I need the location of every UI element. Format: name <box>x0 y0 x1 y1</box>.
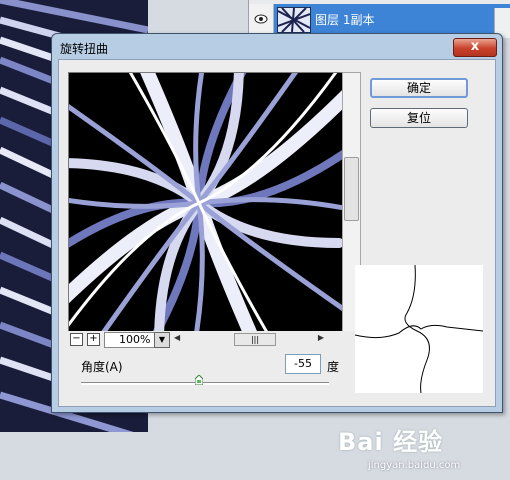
close-button[interactable]: x <box>453 38 497 57</box>
visibility-toggle[interactable] <box>249 4 274 34</box>
angle-label: 角度(A) <box>81 360 123 374</box>
angle-slider-track[interactable] <box>81 382 329 385</box>
twirl-dialog: 旋转扭曲 x − + 100% ▼ ◀ ||| ▶ 角度(A) -55 度 确定… <box>51 33 503 413</box>
ok-button[interactable]: 确定 <box>370 78 468 98</box>
dialog-title: 旋转扭曲 <box>60 42 109 56</box>
close-icon: x <box>470 39 480 54</box>
baidu-jingyan-watermark: Bai 经验 jingyan.baidu.com <box>338 422 508 478</box>
angle-unit: 度 <box>327 360 340 374</box>
angle-field[interactable] <box>285 354 321 374</box>
watermark-logo: Bai 经验 <box>338 428 444 456</box>
preview-zoom-bar: − + 100% ▼ ◀ ||| ▶ <box>68 331 360 349</box>
eye-icon <box>254 14 268 24</box>
zoom-level-value: 100% <box>119 333 151 346</box>
distortion-grid-preview <box>355 265 483 393</box>
reset-button[interactable]: 复位 <box>370 108 468 128</box>
dialog-body: − + 100% ▼ ◀ ||| ▶ 角度(A) 度 确定 复位 <box>58 59 496 407</box>
zoom-out-button[interactable]: − <box>70 333 83 346</box>
preview-canvas[interactable] <box>68 72 343 332</box>
watermark-url: jingyan.baidu.com <box>368 460 461 471</box>
slider-thumb-icon[interactable] <box>195 375 203 385</box>
zoom-in-button[interactable]: + <box>87 333 100 346</box>
preview-horizontal-scrollbar[interactable]: ◀ ||| ▶ <box>174 333 324 346</box>
title-bar[interactable]: 旋转扭曲 x <box>52 34 502 58</box>
zoom-in-icon: + <box>89 333 98 344</box>
layer-row[interactable]: 图层 1副本 <box>249 4 510 38</box>
layer-name: 图层 1副本 <box>315 13 375 27</box>
twirl-preview-image <box>69 73 342 331</box>
dropdown-arrow-icon[interactable]: ▼ <box>154 332 170 348</box>
zoom-out-icon: − <box>72 333 81 344</box>
vertical-scroll-thumb[interactable] <box>344 157 359 221</box>
horizontal-scroll-thumb[interactable]: ||| <box>234 333 276 346</box>
layer-thumbnail <box>277 7 311 33</box>
